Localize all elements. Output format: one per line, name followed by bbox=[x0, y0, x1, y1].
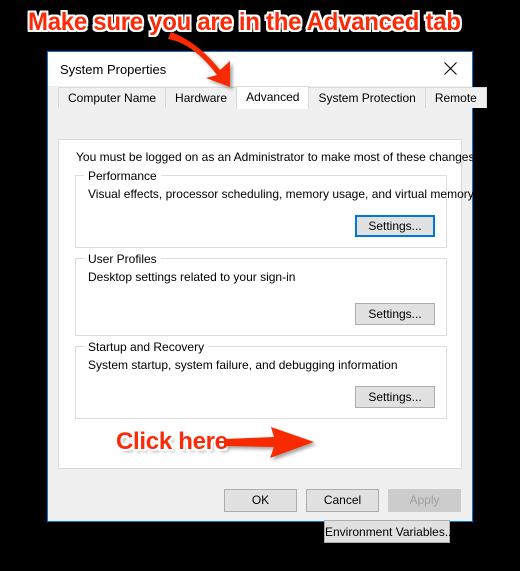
dialog-titlebar: System Properties bbox=[48, 52, 472, 86]
group-startup-description: System startup, system failure, and debu… bbox=[88, 358, 398, 372]
tab-system-protection[interactable]: System Protection bbox=[308, 87, 426, 108]
ok-button[interactable]: OK bbox=[224, 488, 297, 512]
apply-button: Apply bbox=[388, 488, 461, 512]
user-profiles-settings-button[interactable]: Settings... bbox=[355, 303, 435, 325]
performance-settings-button[interactable]: Settings... bbox=[355, 215, 435, 237]
tab-hardware[interactable]: Hardware bbox=[165, 87, 238, 108]
group-performance-description: Visual effects, processor scheduling, me… bbox=[88, 187, 474, 201]
dialog-title: System Properties bbox=[60, 61, 167, 77]
dialog-footer: OK Cancel Apply bbox=[48, 478, 472, 522]
group-performance-legend: Performance bbox=[84, 169, 161, 183]
advanced-tab-panel: You must be logged on as an Administrato… bbox=[58, 139, 478, 543]
tab-remote[interactable]: Remote bbox=[424, 87, 487, 108]
arrow-right-icon bbox=[224, 427, 314, 458]
close-button[interactable] bbox=[428, 52, 472, 85]
group-user-profiles: User Profiles Desktop settings related t… bbox=[75, 252, 447, 336]
close-icon bbox=[443, 62, 457, 75]
annotation-bottom-text: Click here bbox=[116, 428, 228, 455]
startup-recovery-settings-button[interactable]: Settings... bbox=[355, 386, 435, 408]
group-startup-legend: Startup and Recovery bbox=[84, 340, 209, 354]
group-startup-and-recovery: Startup and Recovery System startup, sys… bbox=[75, 340, 447, 419]
administrator-note: You must be logged on as an Administrato… bbox=[76, 150, 478, 164]
group-performance: Performance Visual effects, processor sc… bbox=[75, 169, 474, 248]
arrow-down-right-icon bbox=[168, 32, 230, 87]
tab-strip: Computer Name Hardware Advanced System P… bbox=[58, 86, 487, 109]
environment-variables-button[interactable]: Environment Variables... bbox=[324, 520, 455, 543]
group-user-profiles-description: Desktop settings related to your sign-in bbox=[88, 270, 296, 284]
cancel-button[interactable]: Cancel bbox=[306, 488, 379, 512]
tab-computer-name[interactable]: Computer Name bbox=[58, 87, 167, 108]
group-user-profiles-legend: User Profiles bbox=[84, 252, 161, 266]
